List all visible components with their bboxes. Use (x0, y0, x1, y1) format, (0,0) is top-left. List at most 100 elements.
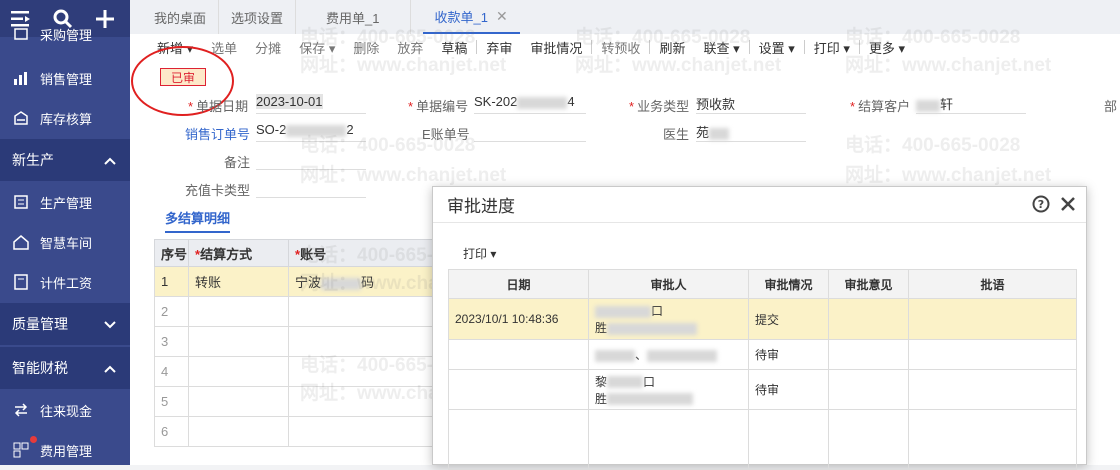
sidebar-item-wage[interactable]: 计件工资 (0, 262, 130, 302)
doc-date-label: * 单据日期 (188, 99, 249, 114)
sidebar-item-sales[interactable]: 销售管理 (0, 58, 130, 98)
delete-button[interactable]: 删除 (344, 38, 388, 57)
settle-customer-field[interactable]: 轩 (916, 94, 1026, 114)
sidebar-group-label: 质量管理 (12, 316, 68, 332)
doctor-label: 医生 (663, 127, 690, 142)
reject-button[interactable]: 弃审 (477, 38, 521, 57)
notification-dot (30, 436, 37, 443)
remark-label: 备注 (224, 155, 251, 170)
row-number: 2 (154, 296, 189, 327)
sales-order-field[interactable]: SO-2 2 (256, 122, 366, 142)
card-type-field[interactable] (256, 178, 366, 198)
settings-button[interactable]: 设置 ▾ (750, 38, 804, 57)
sidebar-item-purchase[interactable]: 采购管理 (0, 24, 130, 44)
column-header: 审批人 (588, 269, 749, 299)
account-cell[interactable] (288, 326, 454, 357)
tab-bar: 我的桌面 选项设置 费用单_1 收款单_1 ✕ (130, 0, 1120, 34)
transfer-prepay-button[interactable]: 转预收 (592, 38, 649, 57)
sidebar-item-cash[interactable]: 往来现金 (0, 390, 130, 430)
toolbar: 新增 ▾ 选单 分摊 保存 ▾ 删除 放弃 草稿 弃审 审批情况 转预收 刷新 … (130, 34, 1120, 60)
account-cell[interactable]: 宁波码 (288, 266, 454, 297)
tab-receipt[interactable]: 收款单_1 ✕ (422, 0, 520, 34)
account-cell[interactable] (288, 296, 454, 327)
settle-method-cell[interactable] (188, 326, 289, 357)
date-cell (448, 409, 589, 470)
table-row[interactable]: 黎口胜 待审 (448, 369, 1077, 410)
more-button[interactable]: 更多 ▾ (860, 38, 914, 57)
tab-options[interactable]: 选项设置 (219, 0, 297, 34)
row-number: 4 (154, 356, 189, 387)
approval-dialog: 审批进度 ? 打印 ▾ 日期 审批人 审批情况 审批意见 批语 2023/10/… (432, 186, 1087, 470)
approval-status-button[interactable]: 审批情况 (521, 38, 591, 57)
sidebar-group-finance[interactable]: 智能财税 (0, 347, 130, 389)
close-icon[interactable]: ✕ (496, 8, 508, 25)
table-row[interactable]: 2 (154, 296, 454, 327)
account-cell[interactable] (288, 416, 454, 447)
print-button[interactable]: 打印 ▾ (805, 38, 859, 57)
linked-query-button[interactable]: 联查 ▾ (694, 38, 748, 57)
sidebar-group-quality[interactable]: 质量管理 (0, 303, 130, 345)
sales-order-label[interactable]: 销售订单号 (185, 124, 250, 143)
sidebar-group-new-production[interactable]: 新生产 (0, 139, 130, 181)
date-cell (448, 339, 589, 370)
refresh-button[interactable]: 刷新 (650, 38, 694, 57)
biz-type-field[interactable]: 预收款 (696, 94, 806, 114)
sidebar-group-label: 新生产 (12, 152, 54, 168)
column-header: *结算方式 (188, 239, 289, 267)
doc-date-field[interactable]: 2023-10-01 (256, 94, 366, 114)
help-icon[interactable]: ? (1032, 195, 1050, 216)
split-button[interactable]: 分摊 (246, 38, 290, 57)
save-button[interactable]: 保存 ▾ (290, 38, 344, 57)
table-row[interactable]: 4 (154, 356, 454, 387)
doctor-field[interactable]: 苑 (696, 122, 806, 142)
table-row[interactable]: 1 转账 宁波码 (154, 266, 454, 297)
table-row[interactable]: 3 (154, 326, 454, 357)
close-icon[interactable] (1060, 196, 1076, 215)
remark-cell (908, 409, 1077, 470)
settle-method-cell[interactable]: 转账 (188, 266, 289, 297)
settle-method-cell[interactable] (188, 416, 289, 447)
sidebar-item-label: 库存核算 (40, 111, 93, 127)
tab-expense[interactable]: 费用单_1 (296, 0, 411, 34)
production-icon (12, 193, 30, 211)
doc-no-field[interactable]: SK-202 4 (474, 94, 586, 114)
sidebar-item-expense[interactable]: 费用管理 (0, 430, 130, 470)
status-cell: 待审 (748, 339, 829, 370)
account-cell[interactable] (288, 356, 454, 387)
sidebar-item-production[interactable]: 生产管理 (0, 182, 130, 222)
cart-icon (12, 25, 30, 43)
settle-method-cell[interactable] (188, 296, 289, 327)
sidebar-item-inventory[interactable]: 库存核算 (0, 98, 130, 138)
table-row[interactable]: 2023/10/1 10:48:36 口胜 提交 (448, 298, 1077, 340)
table-row[interactable]: 、 待审 (448, 339, 1077, 370)
column-header: *账号 (288, 239, 454, 267)
e-account-field[interactable] (474, 122, 586, 142)
settle-method-cell[interactable] (188, 386, 289, 417)
remark-field[interactable] (256, 150, 366, 170)
settle-customer-label: * 结算客户 (850, 99, 911, 114)
opinion-cell (828, 339, 909, 370)
status-cell (748, 409, 829, 470)
tab-desktop[interactable]: 我的桌面 (142, 0, 220, 34)
tab-multi-settlement[interactable]: 多结算明细 (165, 208, 231, 233)
draft-button[interactable]: 草稿 (432, 38, 476, 57)
sidebar-item-workshop[interactable]: 智慧车间 (0, 222, 130, 262)
opinion-cell (828, 409, 909, 470)
account-cell[interactable] (288, 386, 454, 417)
svg-text:?: ? (1038, 198, 1044, 211)
card-type-label: 充值卡类型 (185, 183, 251, 198)
dialog-title: 审批进度 (433, 187, 1086, 223)
abandon-button[interactable]: 放弃 (388, 38, 432, 57)
expense-icon (12, 441, 30, 459)
sidebar-item-label: 采购管理 (40, 27, 93, 43)
table-row[interactable]: 5 (154, 386, 454, 417)
table-row[interactable]: 6 (154, 416, 454, 447)
dept-label: 部 (1104, 99, 1118, 114)
sidebar-item-label: 生产管理 (40, 195, 93, 211)
dialog-print-button[interactable]: 打印 ▾ (463, 245, 496, 262)
settle-method-cell[interactable] (188, 356, 289, 387)
table-row (448, 409, 1077, 470)
status-cell: 待审 (748, 369, 829, 410)
status-cell: 提交 (748, 298, 829, 340)
sidebar-item-label: 费用管理 (40, 443, 93, 459)
